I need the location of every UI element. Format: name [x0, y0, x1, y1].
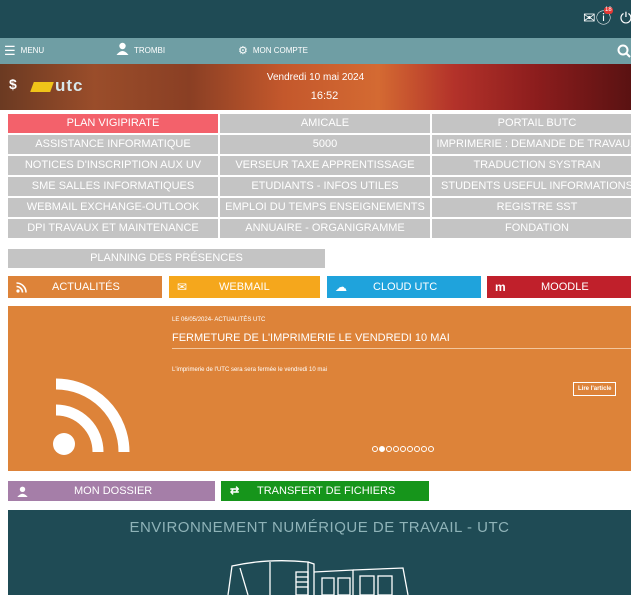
- tab-actualites[interactable]: ACTUALITÉS: [8, 276, 162, 298]
- carousel-dot[interactable]: [428, 446, 434, 452]
- link-portail-butc[interactable]: PORTAIL BUTC: [432, 114, 631, 133]
- envelope-icon: ✉: [177, 280, 188, 294]
- link-emploi-du-temps[interactable]: EMPLOI DU TEMPS ENSEIGNEMENTS: [220, 198, 430, 217]
- link-amicale[interactable]: AMICALE: [220, 114, 430, 133]
- gear-icon: ⚙: [238, 45, 248, 57]
- menu-label: MENU: [20, 46, 45, 55]
- link-plan-vigipirate[interactable]: PLAN VIGIPIRATE: [8, 114, 218, 133]
- ent-title: ENVIRONNEMENT NUMÉRIQUE DE TRAVAIL - UTC: [129, 519, 510, 536]
- link-notices-inscription[interactable]: NOTICES D'INSCRIPTION AUX UV: [8, 156, 218, 175]
- rss-large-icon: [53, 378, 130, 455]
- mon-dossier-button[interactable]: MON DOSSIER: [8, 481, 215, 501]
- ent-footer: ENVIRONNEMENT NUMÉRIQUE DE TRAVAIL - UTC: [8, 510, 631, 595]
- category-tiles: ACTUALITÉS ✉ WEBMAIL ☁ CLOUD UTC m MOODL…: [0, 276, 631, 298]
- carousel-dot[interactable]: [407, 446, 413, 452]
- link-registre-sst[interactable]: REGISTRE SST: [432, 198, 631, 217]
- read-article-button[interactable]: Lire l'article: [573, 382, 617, 396]
- link-fondation[interactable]: FONDATION: [432, 219, 631, 238]
- account-button[interactable]: ⚙ MON COMPTE: [238, 38, 308, 64]
- link-imprimerie[interactable]: IMPRIMERIE : DEMANDE DE TRAVAUX: [432, 135, 631, 154]
- moodle-icon: m: [495, 280, 506, 294]
- tab-cloud[interactable]: ☁ CLOUD UTC: [327, 276, 481, 298]
- link-annuaire[interactable]: ANNUAIRE - ORGANIGRAMME: [220, 219, 430, 238]
- top-bar: ✉ ⓘ 18 ⏻: [0, 0, 631, 38]
- carousel-dot[interactable]: [372, 446, 378, 452]
- link-traduction-systran[interactable]: TRADUCTION SYSTRAN: [432, 156, 631, 175]
- tab-moodle[interactable]: m MOODLE: [487, 276, 631, 298]
- header-banner: $ utc Vendredi 10 mai 2024 16:52: [0, 64, 631, 110]
- user-icon: [17, 481, 28, 504]
- transfert-fichiers-label: TRANSFERT DE FICHIERS: [257, 485, 396, 497]
- link-verseur-taxe[interactable]: VERSEUR TAXE APPRENTISSAGE: [220, 156, 430, 175]
- news-carousel: LE 06/05/2024- ACTUALITÉS UTC FERMETURE …: [8, 306, 631, 471]
- carousel-dot[interactable]: [414, 446, 420, 452]
- current-time: 16:52: [310, 90, 339, 102]
- mon-dossier-label: MON DOSSIER: [74, 485, 153, 497]
- tab-cloud-label: CLOUD UTC: [373, 281, 438, 293]
- rss-icon: [16, 276, 27, 300]
- power-icon[interactable]: ⏻: [620, 10, 631, 28]
- notification-badge: 18: [604, 7, 613, 14]
- tab-webmail-label: WEBMAIL: [219, 281, 270, 293]
- link-assistance-informatique[interactable]: ASSISTANCE INFORMATIQUE: [8, 135, 218, 154]
- carousel-dot[interactable]: [393, 446, 399, 452]
- building-illustration: [227, 560, 409, 595]
- news-divider: [172, 348, 631, 349]
- transfer-icon: ⇄: [230, 485, 240, 497]
- trombi-label: TROMBI: [134, 46, 166, 55]
- link-dpi-travaux[interactable]: DPI TRAVAUX ET MAINTENANCE: [8, 219, 218, 238]
- carousel-dot[interactable]: [421, 446, 427, 452]
- news-body: L'imprimerie de l'UTC sera sera fermée l…: [172, 367, 328, 373]
- carousel-dots: [372, 446, 434, 452]
- news-title[interactable]: FERMETURE DE L'IMPRIMERIE LE VENDREDI 10…: [172, 332, 450, 344]
- link-students-info[interactable]: STUDENTS USEFUL INFORMATIONS: [432, 177, 631, 196]
- cloud-icon: ☁: [335, 280, 347, 294]
- account-label: MON COMPTE: [252, 46, 308, 55]
- nav-bar: ☰ MENU TROMBI ⚙ MON COMPTE: [0, 38, 631, 64]
- hamburger-icon: ☰: [4, 43, 16, 58]
- tab-moodle-label: MOODLE: [541, 281, 589, 293]
- link-etudiants-infos[interactable]: ETUDIANTS - INFOS UTILES: [220, 177, 430, 196]
- carousel-dot[interactable]: [379, 446, 385, 452]
- link-planning-presences[interactable]: PLANNING DES PRÉSENCES: [8, 249, 325, 268]
- carousel-dot[interactable]: [400, 446, 406, 452]
- trombi-button[interactable]: TROMBI: [116, 38, 165, 64]
- link-webmail-exchange[interactable]: WEBMAIL EXCHANGE-OUTLOOK: [8, 198, 218, 217]
- mail-icon[interactable]: ✉: [583, 10, 596, 28]
- search-icon: [617, 44, 631, 58]
- tab-actualites-label: ACTUALITÉS: [52, 281, 120, 293]
- search-button[interactable]: [617, 38, 631, 64]
- tab-webmail[interactable]: ✉ WEBMAIL: [169, 276, 320, 298]
- current-date: Vendredi 10 mai 2024: [266, 72, 365, 83]
- news-meta: LE 06/05/2024- ACTUALITÉS UTC: [172, 317, 266, 323]
- menu-button[interactable]: ☰ MENU: [4, 38, 44, 64]
- link-sme-salles[interactable]: SME SALLES INFORMATIQUES: [8, 177, 218, 196]
- carousel-dot[interactable]: [386, 446, 392, 452]
- user-icon: [116, 38, 129, 64]
- link-5000[interactable]: 5000: [220, 135, 430, 154]
- transfert-fichiers-button[interactable]: ⇄ TRANSFERT DE FICHIERS: [221, 481, 429, 501]
